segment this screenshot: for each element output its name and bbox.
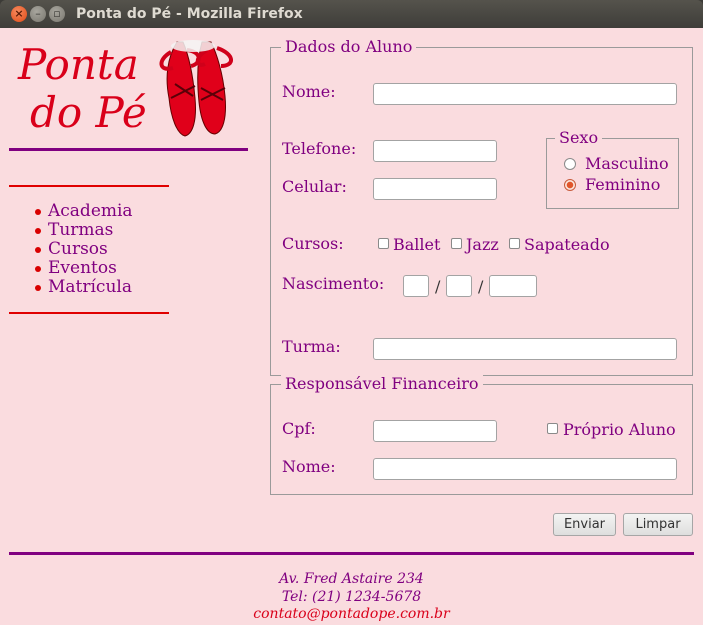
checkbox-sapateado[interactable] <box>509 238 520 249</box>
celular-input[interactable] <box>373 178 497 200</box>
main-menu: Academia Turmas Cursos Eventos Matrícula <box>30 202 133 297</box>
nascimento-label: Nascimento: <box>282 274 385 293</box>
title-bar: × – ▫ Ponta do Pé - Mozilla Firefox <box>0 0 703 28</box>
radio-masculino[interactable] <box>564 158 576 170</box>
nascimento-mes-input[interactable] <box>446 275 472 297</box>
date-separator-1: / <box>435 277 441 296</box>
nascimento-dia-input[interactable] <box>403 275 429 297</box>
menu-item-cursos[interactable]: Cursos <box>35 240 133 259</box>
logo-line-1: Ponta <box>18 40 139 89</box>
responsavel-nome-input[interactable] <box>373 458 677 480</box>
cursos-label: Cursos: <box>282 234 344 253</box>
sexo-fieldset: Sexo <box>546 129 679 209</box>
feminino-label[interactable]: Feminino <box>585 176 660 194</box>
page-content: Ponta do Pé Academia Turmas Cursos Event… <box>0 28 703 625</box>
radio-feminino[interactable] <box>564 179 576 191</box>
sapateado-label[interactable]: Sapateado <box>524 236 610 254</box>
turma-input[interactable] <box>373 338 677 360</box>
maximize-window-button[interactable]: ▫ <box>49 6 65 22</box>
menu-top-divider <box>9 185 169 187</box>
footer-address: Av. Fred Astaire 234 <box>279 571 424 587</box>
logo-divider <box>9 148 248 151</box>
footer-email[interactable]: contato@pontadope.com.br <box>0 605 703 623</box>
footer-tel: Tel: (21) 1234-5678 <box>281 589 422 605</box>
ballet-shoes-logo-icon <box>159 40 233 137</box>
turma-label: Turma: <box>282 337 341 356</box>
cpf-label: Cpf: <box>282 419 316 438</box>
checkbox-jazz[interactable] <box>451 238 462 249</box>
telefone-label: Telefone: <box>282 139 357 158</box>
menu-item-eventos[interactable]: Eventos <box>35 259 133 278</box>
enviar-button[interactable]: Enviar <box>553 513 616 536</box>
ballet-label[interactable]: Ballet <box>393 236 440 254</box>
logo-line-2: do Pé <box>30 88 147 137</box>
menu-bottom-divider <box>9 312 169 314</box>
responsavel-legend: Responsável Financeiro <box>281 375 483 393</box>
nome-input[interactable] <box>373 83 677 105</box>
responsavel-nome-label: Nome: <box>282 457 336 476</box>
sexo-legend: Sexo <box>555 129 603 147</box>
footer-divider <box>9 552 694 555</box>
menu-item-matricula[interactable]: Matrícula <box>35 278 133 297</box>
celular-label: Celular: <box>282 177 347 196</box>
menu-item-turmas[interactable]: Turmas <box>35 221 133 240</box>
dados-aluno-legend: Dados do Aluno <box>281 38 417 56</box>
minimize-window-button[interactable]: – <box>30 6 46 22</box>
window-title: Ponta do Pé - Mozilla Firefox <box>76 6 303 22</box>
close-window-button[interactable]: × <box>11 6 27 22</box>
browser-window: × – ▫ Ponta do Pé - Mozilla Firefox Pont… <box>0 0 703 625</box>
masculino-label[interactable]: Masculino <box>585 155 669 173</box>
proprio-aluno-label[interactable]: Próprio Aluno <box>563 421 676 439</box>
checkbox-ballet[interactable] <box>378 238 389 249</box>
nome-label: Nome: <box>282 82 336 101</box>
nascimento-ano-input[interactable] <box>489 275 537 297</box>
menu-item-academia[interactable]: Academia <box>35 202 133 221</box>
cpf-input[interactable] <box>373 420 497 442</box>
date-separator-2: / <box>478 277 484 296</box>
limpar-button[interactable]: Limpar <box>623 513 693 536</box>
telefone-input[interactable] <box>373 140 497 162</box>
jazz-label[interactable]: Jazz <box>466 236 499 254</box>
checkbox-proprio-aluno[interactable] <box>547 423 558 434</box>
